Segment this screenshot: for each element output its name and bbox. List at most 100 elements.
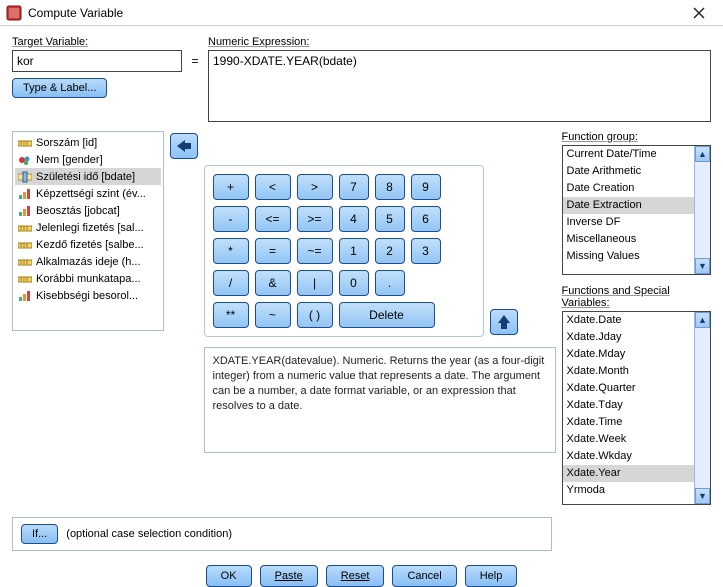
- function-group-item[interactable]: Date Extraction: [563, 197, 695, 214]
- keypad-key[interactable]: <: [255, 174, 291, 200]
- type-and-label-button[interactable]: Type & Label...: [12, 78, 107, 98]
- titlebar: Compute Variable: [0, 0, 723, 26]
- equals-sign: =: [182, 36, 208, 68]
- keypad-key[interactable]: ~=: [297, 238, 333, 264]
- function-item[interactable]: Xdate.Jday: [563, 329, 695, 346]
- function-description: XDATE.YEAR(datevalue). Numeric. Returns …: [204, 347, 556, 453]
- keypad-key[interactable]: 4: [339, 206, 369, 232]
- variable-type-icon: [17, 221, 33, 235]
- variable-label: Képzettségi szint (év...: [36, 188, 146, 200]
- keypad-key[interactable]: 6: [411, 206, 441, 232]
- variable-item[interactable]: Születési idő [bdate]: [15, 168, 161, 185]
- variable-list-panel: Sorszám [id] Nem [gender] Születési idő [b…: [12, 131, 164, 331]
- function-group-item[interactable]: Current Date/Time: [563, 146, 695, 163]
- function-group-item[interactable]: Date Arithmetic: [563, 163, 695, 180]
- variable-type-icon: [17, 289, 33, 303]
- reset-button[interactable]: Reset: [326, 565, 385, 587]
- if-button[interactable]: If...: [21, 524, 58, 544]
- function-item[interactable]: Xdate.Date: [563, 312, 695, 329]
- keypad-key[interactable]: 0: [339, 270, 369, 296]
- dialog-buttons: OK Paste Reset Cancel Help: [12, 565, 711, 587]
- variable-item[interactable]: Kezdő fizetés [salbe...: [15, 236, 161, 253]
- function-item[interactable]: Xdate.Tday: [563, 397, 695, 414]
- keypad-key[interactable]: &: [255, 270, 291, 296]
- variable-label: Születési idő [bdate]: [36, 171, 135, 183]
- target-variable-label: Target Variable:: [12, 36, 182, 48]
- variable-type-icon: [17, 272, 33, 286]
- numeric-expression-label: Numeric Expression:: [208, 36, 711, 48]
- keypad-key[interactable]: ~: [255, 302, 291, 328]
- keypad-key[interactable]: *: [213, 238, 249, 264]
- keypad-key[interactable]: ( ): [297, 302, 333, 328]
- keypad-key[interactable]: 3: [411, 238, 441, 264]
- ok-button[interactable]: OK: [206, 565, 252, 587]
- insert-function-button[interactable]: [490, 309, 518, 335]
- function-item[interactable]: Xdate.Wkday: [563, 448, 695, 465]
- function-group-list[interactable]: Current Date/TimeDate ArithmeticDate Cre…: [562, 145, 712, 275]
- variable-item[interactable]: Nem [gender]: [15, 151, 161, 168]
- function-item[interactable]: Yrmoda: [563, 482, 695, 499]
- cancel-button[interactable]: Cancel: [392, 565, 456, 587]
- keypad-key[interactable]: .: [375, 270, 405, 296]
- variable-type-icon: [17, 153, 33, 167]
- function-item[interactable]: Xdate.Year: [563, 465, 695, 482]
- scroll-up-icon[interactable]: ▲: [695, 312, 710, 328]
- keypad-key[interactable]: 5: [375, 206, 405, 232]
- function-item[interactable]: Xdate.Time: [563, 414, 695, 431]
- variable-type-icon: [17, 255, 33, 269]
- keypad-key[interactable]: =: [255, 238, 291, 264]
- variable-label: Korábbi munkatapa...: [36, 273, 141, 285]
- functions-list[interactable]: Xdate.DateXdate.JdayXdate.MdayXdate.Mont…: [562, 311, 712, 505]
- variable-item[interactable]: Beosztás [jobcat]: [15, 202, 161, 219]
- keypad-key[interactable]: **: [213, 302, 249, 328]
- variable-item[interactable]: Kisebbségi besorol...: [15, 287, 161, 304]
- variable-label: Alkalmazás ideje (h...: [36, 256, 141, 268]
- numeric-expression-input[interactable]: [208, 50, 711, 122]
- keypad-key[interactable]: /: [213, 270, 249, 296]
- keypad-delete-button[interactable]: Delete: [339, 302, 435, 328]
- variable-type-icon: [17, 204, 33, 218]
- paste-button[interactable]: Paste: [260, 565, 318, 587]
- function-item[interactable]: Xdate.Week: [563, 431, 695, 448]
- keypad-key[interactable]: 1: [339, 238, 369, 264]
- keypad-key[interactable]: 8: [375, 174, 405, 200]
- keypad-key[interactable]: >=: [297, 206, 333, 232]
- variable-item[interactable]: Jelenlegi fizetés [sal...: [15, 219, 161, 236]
- scroll-down-icon[interactable]: ▼: [695, 258, 710, 274]
- keypad: +<>789 -<=>=456 *=~=123 /&|0. **~( )Delete: [204, 165, 484, 337]
- keypad-key[interactable]: |: [297, 270, 333, 296]
- app-icon: [6, 5, 22, 21]
- scroll-down-icon[interactable]: ▼: [695, 488, 710, 504]
- variable-type-icon: [17, 187, 33, 201]
- help-button[interactable]: Help: [465, 565, 518, 587]
- move-to-expression-button[interactable]: [170, 133, 198, 159]
- variable-label: Sorszám [id]: [36, 137, 97, 149]
- function-group-scrollbar[interactable]: ▲ ▼: [694, 146, 710, 274]
- function-group-item[interactable]: Miscellaneous: [563, 231, 695, 248]
- keypad-key[interactable]: 7: [339, 174, 369, 200]
- keypad-key[interactable]: -: [213, 206, 249, 232]
- keypad-key[interactable]: <=: [255, 206, 291, 232]
- variable-item[interactable]: Képzettségi szint (év...: [15, 185, 161, 202]
- close-button[interactable]: [681, 3, 717, 23]
- function-group-item[interactable]: Date Creation: [563, 180, 695, 197]
- variable-item[interactable]: Sorszám [id]: [15, 134, 161, 151]
- keypad-key[interactable]: >: [297, 174, 333, 200]
- keypad-key[interactable]: 9: [411, 174, 441, 200]
- scroll-up-icon[interactable]: ▲: [695, 146, 710, 162]
- variable-label: Jelenlegi fizetés [sal...: [36, 222, 144, 234]
- function-group-item[interactable]: Missing Values: [563, 248, 695, 265]
- function-item[interactable]: Xdate.Mday: [563, 346, 695, 363]
- variable-type-icon: [17, 136, 33, 150]
- variable-item[interactable]: Alkalmazás ideje (h...: [15, 253, 161, 270]
- functions-scrollbar[interactable]: ▲ ▼: [694, 312, 710, 504]
- keypad-key[interactable]: 2: [375, 238, 405, 264]
- function-group-item[interactable]: Inverse DF: [563, 214, 695, 231]
- function-item[interactable]: Xdate.Month: [563, 363, 695, 380]
- variable-type-icon: [17, 170, 33, 184]
- function-item[interactable]: Xdate.Quarter: [563, 380, 695, 397]
- keypad-key[interactable]: +: [213, 174, 249, 200]
- variable-item[interactable]: Korábbi munkatapa...: [15, 270, 161, 287]
- variable-label: Nem [gender]: [36, 154, 103, 166]
- target-variable-input[interactable]: [12, 50, 182, 72]
